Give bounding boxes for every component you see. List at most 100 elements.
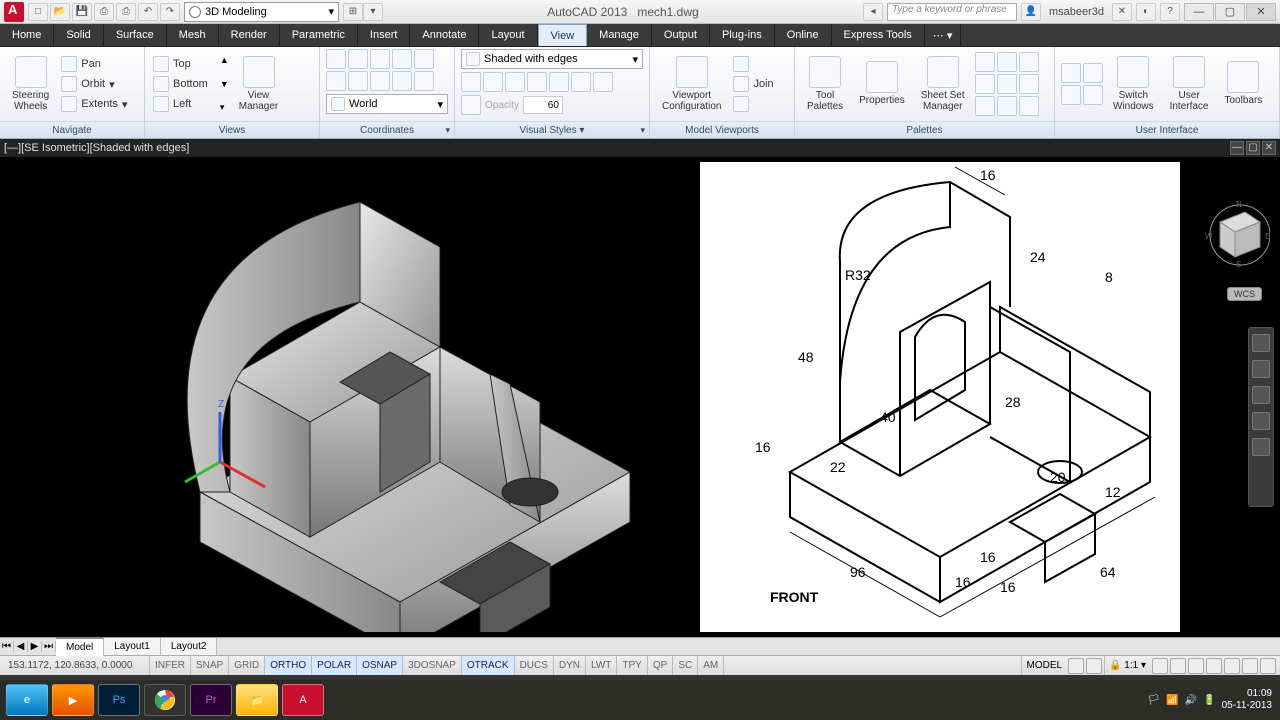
view-bottom-button[interactable]: Bottom (151, 75, 210, 93)
opacity-icon[interactable] (461, 95, 481, 115)
viewport-join-button[interactable]: Join (731, 75, 775, 93)
ucs-icon[interactable] (326, 49, 346, 69)
vs-icon[interactable] (571, 72, 591, 92)
sheet-prev-icon[interactable]: ◀ (14, 641, 28, 652)
view-scroll-up-icon[interactable]: ▲ (220, 55, 229, 65)
view-top-button[interactable]: Top (151, 55, 210, 73)
toggle-sc[interactable]: SC (673, 656, 698, 675)
clean-screen-icon[interactable] (1260, 658, 1276, 674)
infocenter-left-icon[interactable]: ◂ (863, 3, 883, 21)
minimize-button[interactable]: — (1184, 3, 1214, 21)
ucs-icon[interactable] (348, 49, 368, 69)
taskbar-ie-icon[interactable]: e (6, 684, 48, 716)
pan-button[interactable]: Pan (59, 55, 129, 73)
viewport-restore-button[interactable] (731, 95, 775, 113)
properties-button[interactable]: Properties (853, 59, 911, 109)
orbit-button[interactable]: Orbit ▾ (59, 75, 129, 93)
tab-parametric[interactable]: Parametric (280, 24, 358, 46)
search-input[interactable]: Type a keyword or phrase (887, 3, 1017, 21)
ucs-world-selector[interactable]: World▾ (326, 94, 448, 114)
taskbar-photoshop-icon[interactable]: Ps (98, 684, 140, 716)
tray-flag-icon[interactable]: 🏳 (1148, 695, 1161, 706)
tab-overflow-icon[interactable]: ⋯ ▾ (925, 24, 962, 46)
toggle-grid[interactable]: GRID (229, 656, 265, 675)
close-button[interactable]: ✕ (1246, 3, 1276, 21)
palette-icon[interactable] (975, 52, 995, 72)
toggle-infer[interactable]: INFER (150, 656, 191, 675)
tab-output[interactable]: Output (652, 24, 710, 46)
tab-mesh[interactable]: Mesh (167, 24, 219, 46)
qat-save-icon[interactable]: 💾 (72, 3, 92, 21)
view-left-button[interactable]: Left (151, 95, 210, 113)
help-icon[interactable]: ? (1160, 3, 1180, 21)
model-space-indicator[interactable]: MODEL (1021, 656, 1066, 675)
app-logo-icon[interactable] (4, 2, 24, 22)
ucs-icon[interactable] (348, 71, 368, 91)
qat-open-icon[interactable]: 📂 (50, 3, 70, 21)
ucs-icon[interactable] (392, 71, 412, 91)
tray-battery-icon[interactable]: 🔋 (1203, 695, 1215, 706)
vs-icon[interactable] (527, 72, 547, 92)
toggle-ortho[interactable]: ORTHO (265, 656, 312, 675)
tray-volume-icon[interactable]: 🔊 (1185, 695, 1197, 706)
annotation-autoscale-icon[interactable] (1170, 658, 1186, 674)
qat-undo-icon[interactable]: ↶ (138, 3, 158, 21)
toggle-qp[interactable]: QP (648, 656, 673, 675)
hardware-accel-icon[interactable] (1224, 658, 1240, 674)
qat-extra2-icon[interactable]: ▾ (363, 3, 383, 21)
palette-icon[interactable] (975, 74, 995, 94)
toggle-snap[interactable]: SNAP (191, 656, 229, 675)
toggle-3dosnap[interactable]: 3DOSNAP (403, 656, 462, 675)
window-icon[interactable] (1061, 63, 1081, 83)
qat-plot-icon[interactable]: ⎙ (116, 3, 136, 21)
model-viewport[interactable]: Z (10, 162, 680, 632)
ucs-icon[interactable] (414, 71, 434, 91)
switch-windows-button[interactable]: Switch Windows (1107, 54, 1160, 115)
ucs-icon[interactable] (370, 71, 390, 91)
drawing-area[interactable]: Z (0, 157, 1280, 637)
exchange-icon[interactable]: ✕ (1112, 3, 1132, 21)
restore-button[interactable]: ▢ (1215, 3, 1245, 21)
pan-tool-icon[interactable] (1252, 360, 1270, 378)
stayconnected-icon[interactable]: ◐ (1136, 3, 1156, 21)
taskbar-chrome-icon[interactable] (144, 684, 186, 716)
tab-manage[interactable]: Manage (587, 24, 652, 46)
taskbar-media-icon[interactable]: ▶ (52, 684, 94, 716)
ucs-icon[interactable] (414, 49, 434, 69)
steering-wheels-button[interactable]: Steering Wheels (6, 54, 55, 115)
window-icon[interactable] (1083, 85, 1103, 105)
vs-icon[interactable] (549, 72, 569, 92)
tab-solid[interactable]: Solid (54, 24, 103, 46)
qat-saveas-icon[interactable]: ⎙ (94, 3, 114, 21)
annotation-scale[interactable]: 🔒 1:1 ▾ (1104, 656, 1150, 675)
window-icon[interactable] (1061, 85, 1081, 105)
toggle-tpy[interactable]: TPY (617, 656, 647, 675)
toggle-dyn[interactable]: DYN (554, 656, 586, 675)
annotation-visibility-icon[interactable] (1152, 658, 1168, 674)
palette-icon[interactable] (1019, 96, 1039, 116)
qat-new-icon[interactable]: □ (28, 3, 48, 21)
taskbar-explorer-icon[interactable]: 📁 (236, 684, 278, 716)
toggle-osnap[interactable]: OSNAP (357, 656, 403, 675)
fullnav-wheel-icon[interactable] (1252, 334, 1270, 352)
doc-close-icon[interactable]: ✕ (1262, 141, 1276, 155)
coordinates-readout[interactable]: 153.1172, 120.8633, 0.0000 (0, 656, 150, 675)
tab-surface[interactable]: Surface (104, 24, 167, 46)
view-scroll-down-icon[interactable]: ▼ (220, 79, 229, 89)
sheet-first-icon[interactable]: ⏮ (0, 641, 14, 652)
palette-icon[interactable] (1019, 74, 1039, 94)
opacity-input[interactable] (523, 96, 563, 114)
qat-redo-icon[interactable]: ↷ (160, 3, 180, 21)
showmotion-icon[interactable] (1252, 438, 1270, 456)
zoom-tool-icon[interactable] (1252, 386, 1270, 404)
signin-icon[interactable]: 👤 (1021, 3, 1041, 21)
vs-icon[interactable] (461, 72, 481, 92)
tab-home[interactable]: Home (0, 24, 54, 46)
toolbars-button[interactable]: Toolbars (1219, 59, 1269, 109)
toggle-polar[interactable]: POLAR (312, 656, 357, 675)
window-icon[interactable] (1083, 63, 1103, 83)
tab-render[interactable]: Render (219, 24, 280, 46)
isolate-objects-icon[interactable] (1242, 658, 1258, 674)
vs-icon[interactable] (505, 72, 525, 92)
quickview-drawings-icon[interactable] (1086, 658, 1102, 674)
